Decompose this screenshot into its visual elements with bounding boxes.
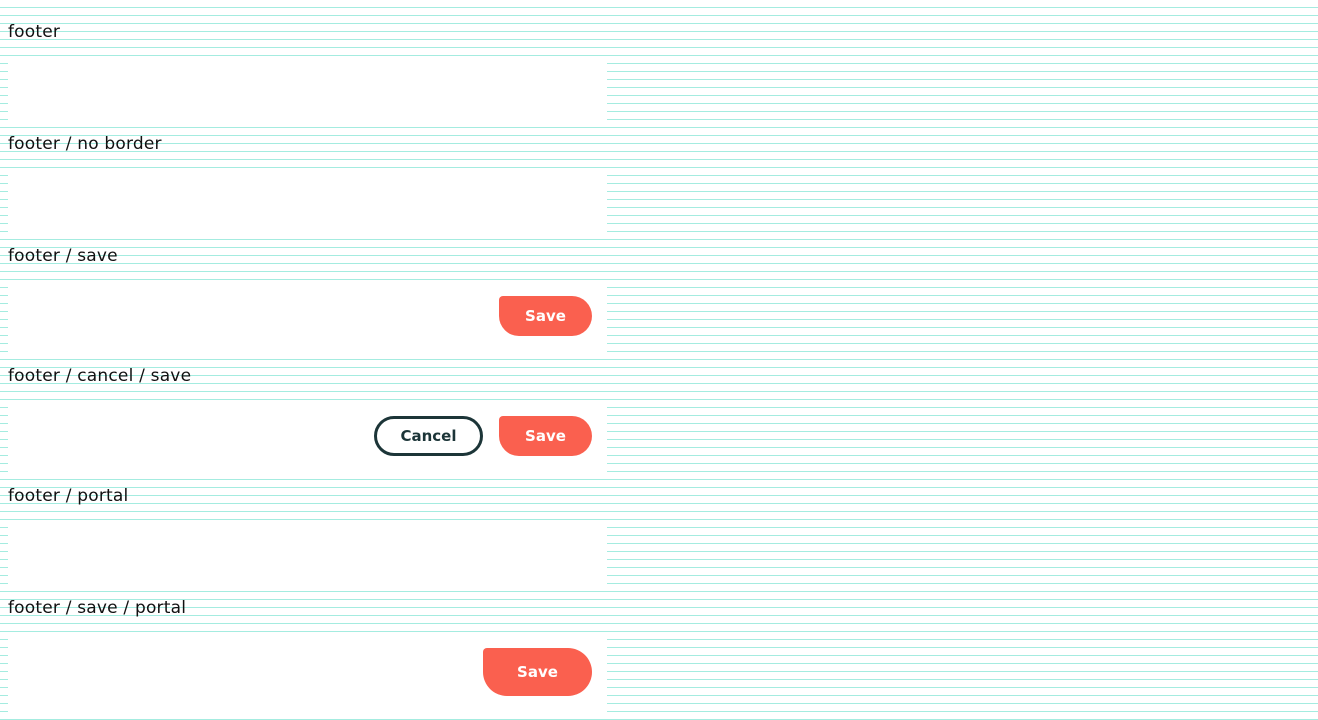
section-title-footer-cancel-save: footer / cancel / save [8,366,192,386]
footer-panel-save-portal: Save [8,632,607,712]
footer-panel [8,56,607,120]
section-title-footer-save: footer / save [8,246,118,266]
cancel-button[interactable]: Cancel [374,416,483,456]
footer-panel-cancel-save: Cancel Save [8,400,607,472]
footer-panel-save: Save [8,280,607,352]
section-title-footer-portal: footer / portal [8,486,129,506]
save-button[interactable]: Save [499,416,592,456]
save-button[interactable]: Save [483,648,592,696]
footer-panel-portal [8,520,607,584]
save-button[interactable]: Save [499,296,592,336]
footer-panel-no-border [8,168,607,232]
section-title-footer-no-border: footer / no border [8,134,162,154]
section-title-footer-save-portal: footer / save / portal [8,598,187,618]
section-title-footer: footer [8,22,61,42]
